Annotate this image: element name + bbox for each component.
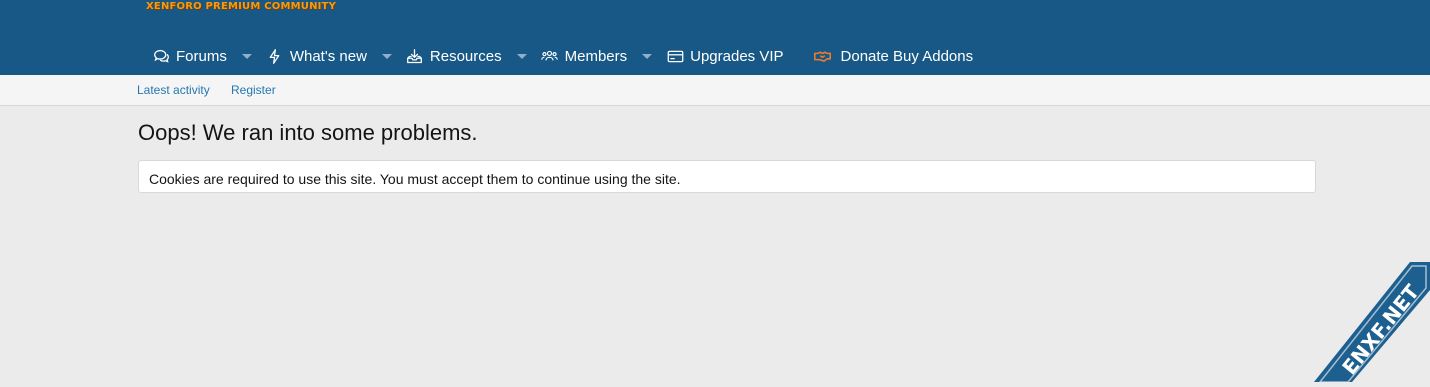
bolt-icon xyxy=(266,48,284,66)
error-message-text: Cookies are required to use this site. Y… xyxy=(149,171,681,187)
credit-card-icon xyxy=(666,48,684,66)
nav-item-forums-label: Forums xyxy=(176,48,227,65)
comments-icon xyxy=(152,48,170,66)
error-message-box: Cookies are required to use this site. Y… xyxy=(138,160,1316,193)
register-link[interactable]: Register xyxy=(231,83,276,97)
watermark-text: ENXF.NET xyxy=(1337,280,1424,379)
nav-item-resources[interactable]: Resources xyxy=(406,38,541,75)
users-icon xyxy=(541,48,559,66)
download-icon xyxy=(406,48,424,66)
watermark-ribbon: ENXF.NET xyxy=(1300,262,1430,383)
nav-item-donate-label: Donate Buy Addons xyxy=(840,48,974,65)
site-logo[interactable]: XENFORO PREMIUM COMMUNITY xyxy=(146,1,336,12)
nav-item-forums[interactable]: Forums xyxy=(152,38,266,75)
chevron-down-icon[interactable] xyxy=(642,54,653,59)
site-header: XENFORO PREMIUM COMMUNITY Forums What's … xyxy=(0,0,1430,75)
handshake-icon xyxy=(814,48,832,66)
chevron-down-icon[interactable] xyxy=(516,54,527,59)
main-nav: Forums What's new Resources Members Upgr… xyxy=(152,38,973,75)
chevron-down-icon[interactable] xyxy=(241,54,252,59)
nav-item-whats-new-label: What's new xyxy=(289,48,367,65)
nav-item-resources-label: Resources xyxy=(429,48,502,65)
page-title: Oops! We ran into some problems. xyxy=(138,120,478,145)
nav-item-members-label: Members xyxy=(564,48,628,65)
nav-item-members[interactable]: Members xyxy=(541,38,667,75)
chevron-down-icon[interactable] xyxy=(381,54,392,59)
nav-item-donate[interactable]: Donate Buy Addons xyxy=(814,38,974,75)
latest-activity-link[interactable]: Latest activity xyxy=(137,83,210,97)
nav-item-whats-new[interactable]: What's new xyxy=(266,38,406,75)
sub-navigation: Latest activity Register xyxy=(0,75,1430,106)
nav-item-upgrades-vip-label: Upgrades VIP xyxy=(690,48,784,65)
nav-item-upgrades-vip[interactable]: Upgrades VIP xyxy=(666,38,784,75)
